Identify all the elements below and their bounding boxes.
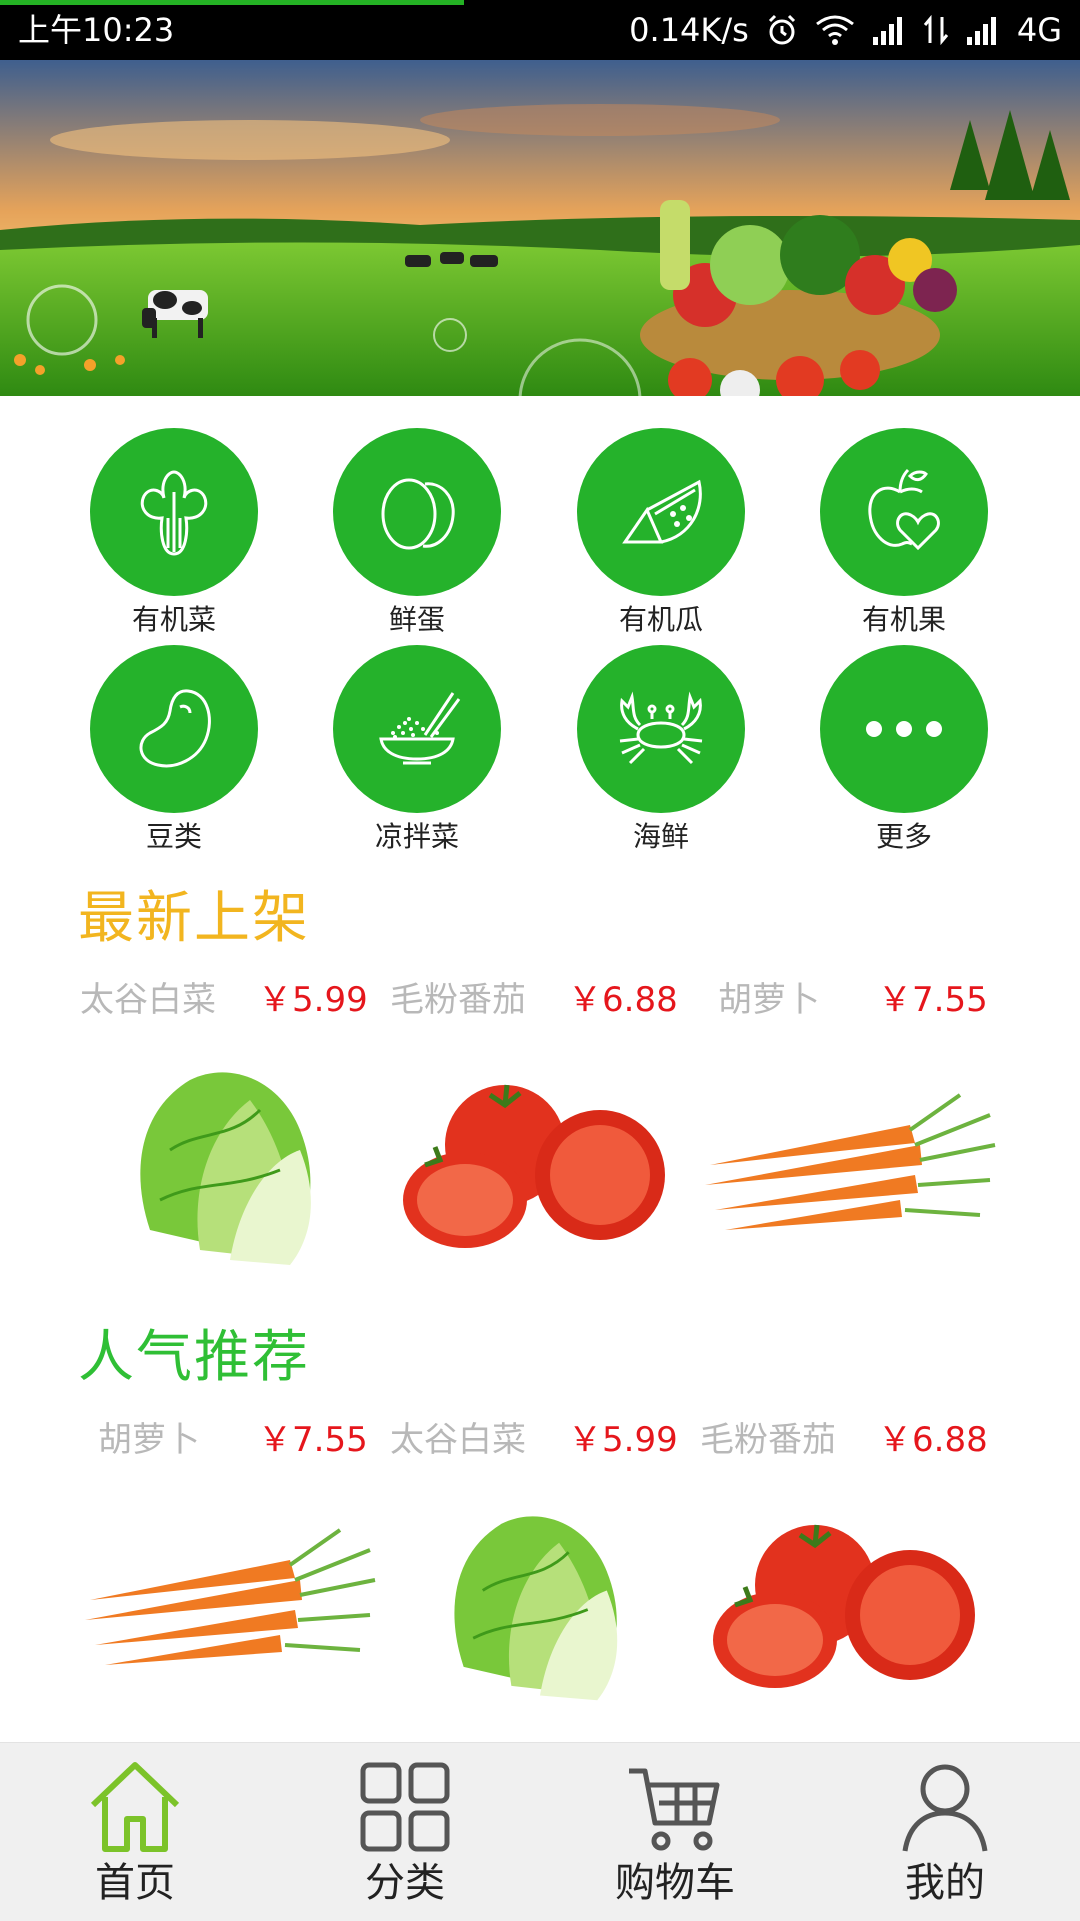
status-indicators: 0.14K/s 4G <box>629 10 1062 50</box>
tomato-image[interactable] <box>395 1075 675 1255</box>
carrot-image[interactable] <box>75 1520 385 1680</box>
nav-profile[interactable]: 我的 <box>810 1743 1080 1921</box>
loading-progress <box>0 0 464 5</box>
product-name[interactable]: 胡萝卜 <box>718 980 820 1020</box>
crab-icon <box>577 645 745 813</box>
section-title-new-arrivals: 最新上架 <box>78 886 310 951</box>
signal-icon <box>872 17 902 45</box>
category-label: 鲜蛋 <box>388 603 445 636</box>
category-label: 有机果 <box>861 603 946 636</box>
category-more[interactable]: 更多 <box>819 645 989 855</box>
nav-label: 我的 <box>905 1860 985 1906</box>
wifi-icon <box>815 15 854 45</box>
eggs-icon <box>333 428 501 596</box>
category-organic-vegetables[interactable]: 有机菜 <box>89 428 259 638</box>
product-price: ￥5.99 <box>258 980 368 1020</box>
farm-vegetables-banner <box>0 60 1080 396</box>
apple-heart-icon <box>820 428 988 596</box>
alarm-icon <box>768 14 795 45</box>
category-label: 豆类 <box>145 820 202 853</box>
network-type: 4G <box>1016 11 1062 49</box>
category-seafood[interactable]: 海鲜 <box>576 645 746 855</box>
more-dots-icon <box>820 645 988 813</box>
nav-home[interactable]: 首页 <box>0 1743 270 1921</box>
watermelon-slice-icon <box>577 428 745 596</box>
nav-label: 购物车 <box>615 1860 735 1906</box>
section-title-popular: 人气推荐 <box>78 1325 310 1390</box>
category-organic-melons[interactable]: 有机瓜 <box>576 428 746 638</box>
product-name[interactable]: 毛粉番茄 <box>700 1420 836 1460</box>
status-bar: 上午10:23 0.14K/s 4G <box>0 0 1080 60</box>
status-time: 上午10:23 <box>18 11 175 49</box>
category-label: 有机菜 <box>131 603 216 636</box>
promo-banner[interactable] <box>0 60 1080 396</box>
product-name[interactable]: 胡萝卜 <box>98 1420 200 1460</box>
nav-cart[interactable]: 购物车 <box>540 1743 810 1921</box>
category-organic-fruit[interactable]: 有机果 <box>819 428 989 638</box>
cabbage-image[interactable] <box>110 1050 350 1270</box>
cabbage-image[interactable] <box>420 1495 660 1705</box>
data-transfer-icon <box>923 15 948 45</box>
nav-label: 首页 <box>95 1860 175 1906</box>
product-price: ￥7.55 <box>258 1420 368 1460</box>
bean-icon <box>90 645 258 813</box>
product-price: ￥6.88 <box>878 1420 988 1460</box>
product-price: ￥6.88 <box>568 980 678 1020</box>
bok-choy-icon <box>90 428 258 596</box>
category-beans[interactable]: 豆类 <box>89 645 259 855</box>
category-label: 海鲜 <box>632 820 689 853</box>
category-label: 凉拌菜 <box>374 820 459 853</box>
product-name[interactable]: 毛粉番茄 <box>390 980 526 1020</box>
network-speed: 0.14K/s <box>629 11 749 49</box>
category-label: 更多 <box>875 820 932 853</box>
carrot-image[interactable] <box>700 1085 1000 1245</box>
nav-category[interactable]: 分类 <box>270 1743 540 1921</box>
rice-bowl-icon <box>333 645 501 813</box>
category-eggs[interactable]: 鲜蛋 <box>332 428 502 638</box>
cart-icon <box>629 1768 720 1851</box>
bottom-nav: 首页 分类 购物车 我的 <box>0 1742 1080 1921</box>
home-icon <box>90 1762 180 1852</box>
category-cold-dishes[interactable]: 凉拌菜 <box>332 645 502 855</box>
product-name[interactable]: 太谷白菜 <box>390 1420 526 1460</box>
signal-icon-2 <box>966 17 996 45</box>
nav-label: 分类 <box>365 1860 445 1906</box>
user-icon <box>902 1764 988 1852</box>
grid-icon <box>360 1762 450 1852</box>
category-label: 有机瓜 <box>618 603 703 636</box>
tomato-image[interactable] <box>705 1515 985 1695</box>
product-price: ￥5.99 <box>568 1420 678 1460</box>
product-name[interactable]: 太谷白菜 <box>80 980 216 1020</box>
product-price: ￥7.55 <box>878 980 988 1020</box>
